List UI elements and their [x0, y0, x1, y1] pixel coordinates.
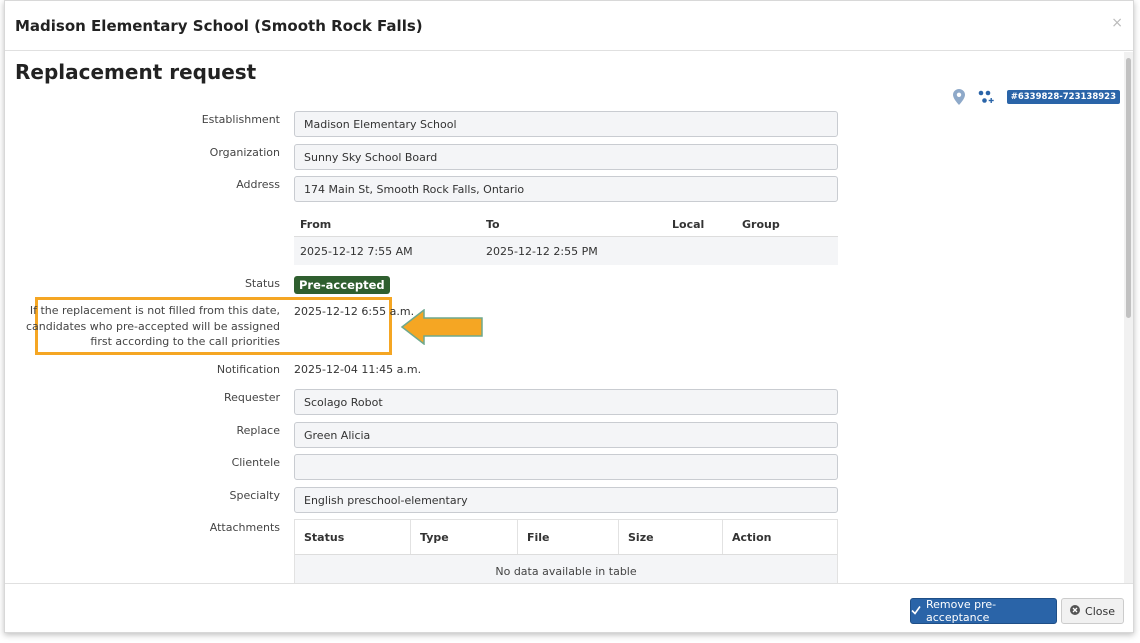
replace-label: Replace [236, 424, 280, 437]
schedule-table-header: From To Local Group [294, 210, 838, 237]
close-button-label: Close [1085, 604, 1115, 618]
modal-body[interactable]: Replacement request #6339828-723138923 E… [5, 52, 1126, 583]
body-scrollbar[interactable] [1124, 52, 1133, 583]
reference-badge: #6339828-723138923 [1006, 90, 1120, 104]
attachments-table-header: Status Type File Size Action [295, 520, 837, 555]
clientele-field[interactable] [294, 454, 838, 480]
notification-value: 2025-12-04 11:45 a.m. [294, 363, 422, 376]
specialty-label: Specialty [229, 489, 280, 502]
page-title: Replacement request [15, 60, 257, 84]
attachments-label: Attachments [209, 521, 280, 534]
clientele-label: Clientele [231, 456, 280, 469]
address-field[interactable]: 174 Main St, Smooth Rock Falls, Ontario [294, 176, 838, 202]
people-network-icon[interactable] [977, 90, 995, 104]
address-label: Address [236, 178, 280, 191]
attachments-header-file[interactable]: File [518, 520, 619, 554]
organization-field[interactable]: Sunny Sky School Board [294, 144, 838, 170]
preaccept-deadline-value: 2025-12-12 6:55 a.m. [294, 305, 415, 318]
scrollbar-thumb[interactable] [1126, 58, 1131, 318]
attachments-table: Status Type File Size Action No data ava… [294, 519, 838, 583]
attachments-header-type[interactable]: Type [411, 520, 518, 554]
organization-label: Organization [209, 146, 280, 159]
requester-field[interactable]: Scolago Robot [294, 389, 838, 415]
top-icons: #6339828-723138923 [952, 89, 1120, 105]
checkmark-icon [911, 605, 921, 618]
modal-title: Madison Elementary School (Smooth Rock F… [15, 17, 423, 35]
status-label: Status [244, 277, 280, 290]
schedule-header-group: Group [742, 218, 780, 231]
attachments-header-action[interactable]: Action [723, 520, 837, 554]
replace-field[interactable]: Green Alicia [294, 422, 838, 448]
schedule-to-value: 2025-12-12 2:55 PM [486, 245, 598, 258]
preaccept-deadline-label: If the replacement is not filled from th… [25, 304, 280, 348]
requester-label: Requester [224, 391, 280, 404]
status-badge: Pre-accepted [294, 276, 390, 294]
modal-footer: Remove pre-acceptance Close [5, 583, 1133, 634]
close-icon[interactable]: × [1111, 15, 1123, 31]
table-row: 2025-12-12 7:55 AM 2025-12-12 2:55 PM [294, 237, 838, 265]
establishment-label: Establishment [201, 113, 280, 126]
replacement-request-modal: Madison Elementary School (Smooth Rock F… [4, 0, 1134, 633]
attachments-header-size[interactable]: Size [619, 520, 723, 554]
establishment-field[interactable]: Madison Elementary School [294, 111, 838, 137]
close-button[interactable]: Close [1061, 598, 1124, 624]
remove-preacceptance-button[interactable]: Remove pre-acceptance [910, 598, 1057, 624]
notification-label: Notification [216, 363, 280, 376]
schedule-table: From To Local Group 2025-12-12 7:55 AM 2… [294, 210, 838, 265]
attachments-empty-message: No data available in table [295, 555, 837, 583]
close-circle-icon [1070, 604, 1081, 618]
schedule-from-value: 2025-12-12 7:55 AM [300, 245, 413, 258]
callout-arrow-icon [400, 309, 483, 345]
map-pin-icon[interactable] [952, 89, 965, 105]
schedule-header-from: From [300, 218, 332, 231]
remove-preacceptance-label: Remove pre-acceptance [926, 598, 997, 624]
attachments-header-status[interactable]: Status [295, 520, 411, 554]
specialty-field[interactable]: English preschool-elementary [294, 487, 838, 513]
modal-header: Madison Elementary School (Smooth Rock F… [5, 1, 1133, 51]
schedule-header-to: To [486, 218, 500, 231]
schedule-header-local: Local [672, 218, 705, 231]
